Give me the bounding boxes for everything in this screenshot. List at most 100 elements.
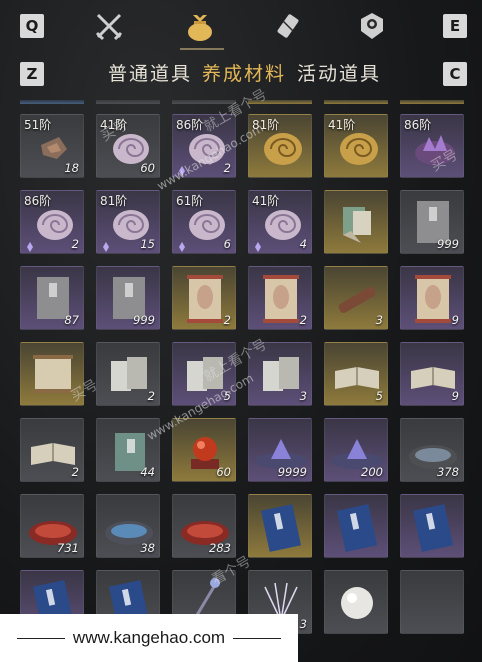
item-slot[interactable]: 731 — [20, 494, 84, 558]
boost-icon — [176, 162, 188, 176]
item-count: 3 — [375, 313, 383, 327]
tab-cultivation-materials[interactable]: 养成材料 — [202, 59, 286, 86]
item-count: 283 — [209, 541, 231, 555]
item-slot[interactable]: 60 — [172, 418, 236, 482]
item-count: 999 — [133, 313, 155, 327]
item-slot[interactable] — [324, 494, 388, 558]
item-slot[interactable]: 41阶 4 — [248, 190, 312, 254]
item-tier: 81阶 — [252, 118, 280, 132]
item-count: 44 — [140, 465, 155, 479]
item-count: 2 — [223, 161, 231, 175]
item-count: 4 — [299, 237, 307, 251]
item-slot-partial[interactable] — [400, 100, 464, 104]
item-slot-partial[interactable] — [324, 100, 388, 104]
boost-icon — [252, 238, 264, 252]
site-footer-banner: www.kangehao.com — [0, 614, 298, 662]
item-slot[interactable]: 3 — [324, 266, 388, 330]
item-count: 9 — [451, 313, 459, 327]
item-count: 378 — [437, 465, 459, 479]
item-slot-partial[interactable] — [20, 100, 84, 104]
item-slot-partial[interactable] — [96, 100, 160, 104]
item-count: 9999 — [277, 465, 307, 479]
item-slot[interactable]: 200 — [324, 418, 388, 482]
item-count: 3 — [299, 617, 307, 631]
item-slot[interactable]: 86阶 — [400, 114, 464, 178]
item-slot[interactable]: 41阶 — [324, 114, 388, 178]
item-count: 5 — [223, 389, 231, 403]
blue-manual-icon — [412, 504, 454, 552]
item-slot[interactable]: 3 — [248, 342, 312, 406]
divider-line — [16, 637, 65, 639]
item-slot[interactable]: 61阶 6 — [172, 190, 236, 254]
item-slot[interactable]: 9 — [400, 342, 464, 406]
item-slot[interactable]: 86阶 2 — [20, 190, 84, 254]
item-count: 2 — [299, 313, 307, 327]
item-slot-partial[interactable] — [172, 100, 236, 104]
item-count: 60 — [140, 161, 155, 175]
item-slot[interactable]: 44 — [96, 418, 160, 482]
c-key-hint[interactable]: C — [443, 62, 467, 86]
item-count: 3 — [299, 389, 307, 403]
item-slot[interactable]: 378 — [400, 418, 464, 482]
item-count: 999 — [437, 237, 459, 251]
pouch-icon[interactable] — [180, 6, 220, 46]
item-count: 731 — [57, 541, 79, 555]
item-slot[interactable] — [400, 494, 464, 558]
item-slot[interactable]: 999 — [96, 266, 160, 330]
q-key-hint[interactable]: Q — [20, 14, 44, 38]
tab-common-items[interactable]: 普通道具 — [108, 59, 192, 86]
item-tier: 41阶 — [100, 118, 128, 132]
empty-slot — [401, 571, 464, 634]
item-slot[interactable]: 41阶 60 — [96, 114, 160, 178]
item-slot[interactable]: 2 — [20, 418, 84, 482]
item-slot[interactable] — [400, 570, 464, 634]
item-slot[interactable]: 9999 — [248, 418, 312, 482]
item-count: 38 — [140, 541, 155, 555]
item-slot[interactable]: 81阶 15 — [96, 190, 160, 254]
badge-icon[interactable] — [352, 6, 392, 46]
e-key-hint[interactable]: E — [443, 14, 467, 38]
item-slot[interactable]: 2 — [248, 266, 312, 330]
item-tier: 61阶 — [176, 194, 204, 208]
item-slot[interactable]: 51阶 18 — [20, 114, 84, 178]
item-tier: 41阶 — [252, 194, 280, 208]
item-tier: 86阶 — [24, 194, 52, 208]
item-count: 9 — [451, 389, 459, 403]
item-slot[interactable]: 9 — [400, 266, 464, 330]
item-slot[interactable] — [248, 494, 312, 558]
divider-line — [233, 637, 282, 639]
item-slot[interactable]: 5 — [172, 342, 236, 406]
tab-event-items[interactable]: 活动道具 — [297, 59, 381, 86]
site-url: www.kangehao.com — [72, 628, 226, 647]
item-slot[interactable] — [324, 190, 388, 254]
fan-book-icon — [343, 207, 371, 243]
item-count: 18 — [64, 161, 79, 175]
item-slot[interactable]: 283 — [172, 494, 236, 558]
item-slot[interactable] — [20, 342, 84, 406]
item-slot[interactable]: 5 — [324, 342, 388, 406]
item-count: 15 — [140, 237, 155, 251]
scroll-icon[interactable] — [268, 6, 308, 46]
blue-manual-icon — [260, 504, 302, 552]
inventory-grid: 51阶 18 41阶 60 86阶 2 81阶 41阶 86阶 86阶 2 81阶 15 61阶 6 41阶 4… — [20, 100, 464, 662]
item-count: 2 — [71, 237, 79, 251]
item-slot-partial[interactable] — [248, 100, 312, 104]
item-slot[interactable]: 38 — [96, 494, 160, 558]
item-tier: 51阶 — [24, 118, 52, 132]
boost-icon — [100, 238, 112, 252]
item-slot[interactable]: 2 — [172, 266, 236, 330]
item-slot[interactable]: 999 — [400, 190, 464, 254]
item-slot[interactable]: 87 — [20, 266, 84, 330]
item-tier: 81阶 — [100, 194, 128, 208]
item-slot[interactable] — [324, 570, 388, 634]
swords-icon[interactable] — [89, 6, 129, 46]
item-count: 60 — [216, 465, 231, 479]
item-slot[interactable]: 2 — [96, 342, 160, 406]
parchment-icon — [33, 355, 73, 393]
item-slot[interactable]: 81阶 — [248, 114, 312, 178]
z-key-hint[interactable]: Z — [20, 62, 44, 86]
subtab-bar: Z 普通道具 养成材料 活动道具 C — [0, 56, 482, 92]
item-slot[interactable]: 86阶 2 — [172, 114, 236, 178]
pearl-icon — [341, 587, 373, 619]
item-count: 200 — [361, 465, 383, 479]
